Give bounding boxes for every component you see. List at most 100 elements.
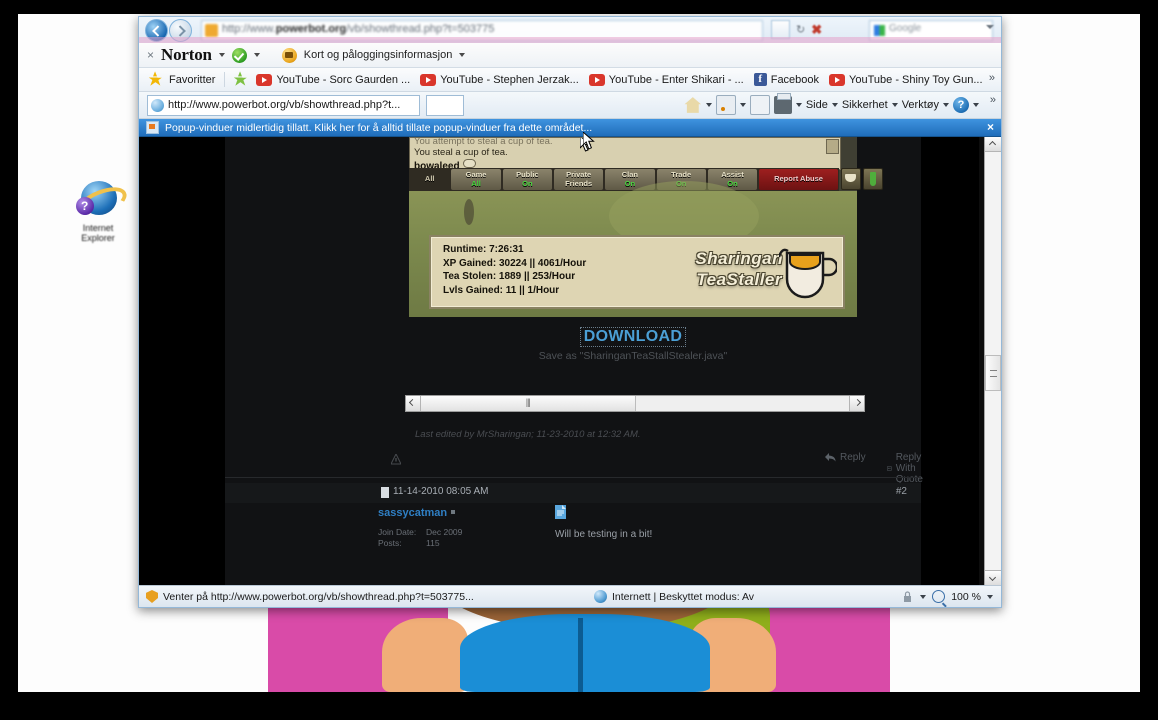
feeds-chevron-down-icon[interactable]	[739, 103, 746, 107]
norton-chevron-down-icon[interactable]	[218, 53, 225, 57]
post-2-number[interactable]: #2	[896, 486, 907, 497]
command-bar-overflow-button[interactable]: »	[990, 94, 996, 106]
privacy-chevron-down-icon[interactable]	[920, 594, 927, 599]
help-icon[interactable]: ?	[953, 97, 969, 113]
post-2-username[interactable]: sassycatman	[378, 507, 456, 519]
page-viewport[interactable]: You attempt to steal a cup of tea. You s…	[139, 137, 1001, 585]
forward-button[interactable]	[169, 19, 192, 42]
favorites-star-icon[interactable]	[148, 73, 164, 86]
add-to-favorites-bar-icon[interactable]	[234, 73, 249, 86]
popup-bar-message[interactable]: Popup-vinduer midlertidig tillatt. Klikk…	[165, 122, 592, 134]
norton-toolbar[interactable]: × Norton Kort og påloggingsinformasjon	[139, 43, 1001, 68]
print-icon[interactable]	[773, 93, 792, 114]
privacy-icon[interactable]	[901, 590, 914, 603]
tools-menu-button[interactable]: Verktøy	[902, 99, 939, 111]
last-edited-note: Last edited by MrSharingan; 11-23-2010 a…	[415, 429, 641, 440]
norton-safe-chevron-down-icon[interactable]	[253, 53, 260, 57]
teacup-inventory-icon[interactable]	[841, 168, 861, 190]
posts-value: 115	[426, 538, 440, 548]
safety-chevron-down-icon[interactable]	[891, 103, 898, 107]
address-input[interactable]: http://www.powerbot.org/vb/showthread.ph…	[147, 94, 420, 116]
close-icon[interactable]: ×	[147, 48, 154, 62]
read-mail-icon[interactable]	[749, 95, 770, 115]
close-icon[interactable]: ×	[987, 121, 994, 133]
report-post-icon[interactable]	[391, 454, 401, 466]
favorite-item-4[interactable]: YouTube - Shiny Toy Gun...	[827, 70, 985, 86]
reply-button[interactable]: Reply	[825, 452, 866, 463]
horizontal-scrollbar-track[interactable]	[635, 396, 849, 411]
refresh-icon[interactable]: ↻	[796, 23, 805, 36]
search-box[interactable]: Google	[869, 20, 993, 41]
feeds-icon[interactable]	[715, 95, 736, 115]
zoom-magnifier-icon[interactable]	[932, 590, 946, 603]
safety-menu-button[interactable]: Sikkerhet	[842, 99, 888, 111]
browser-navigation-bar[interactable]: http://www.powerbot.org/vb/showthread.ph…	[139, 17, 1001, 43]
chat-tab-game[interactable]: Game All	[451, 169, 501, 190]
chat-tab-all[interactable]: All	[410, 169, 449, 190]
scroll-right-button[interactable]	[849, 396, 864, 411]
favorite-item-3[interactable]: f Facebook	[752, 73, 821, 86]
desktop-icon-internet-explorer[interactable]: ? Internet Explorer	[60, 179, 136, 259]
mouse-pointer-icon	[583, 132, 595, 150]
compatibility-view-button[interactable]	[771, 20, 790, 39]
tab-strip-remnant[interactable]	[426, 94, 464, 116]
reply-with-quote-button[interactable]: Reply With Quote	[887, 452, 929, 485]
chat-scroll-down-button[interactable]	[826, 139, 839, 154]
post-icon	[381, 487, 389, 498]
home-chevron-down-icon[interactable]	[705, 103, 712, 107]
post-actions-row[interactable]: Reply Reply With Quote	[225, 452, 923, 485]
game-side-icons[interactable]	[841, 168, 883, 190]
potion-icon[interactable]	[863, 168, 883, 190]
scroll-down-button[interactable]	[985, 570, 1001, 585]
scene-object	[464, 199, 474, 225]
scroll-left-button[interactable]	[406, 396, 421, 411]
letterbox-bottom	[0, 692, 1158, 720]
game-world-view: Runtime: 7:26:31 XP Gained: 30224 || 406…	[409, 181, 857, 317]
download-link[interactable]: DOWNLOAD	[579, 327, 687, 347]
print-chevron-down-icon[interactable]	[795, 103, 802, 107]
address-bar-top[interactable]: http://www.powerbot.org/vb/showthread.ph…	[201, 20, 763, 41]
norton-card-label[interactable]: Kort og påloggingsinformasjon	[304, 49, 453, 61]
favorite-item-2[interactable]: YouTube - Enter Shikari - ...	[587, 70, 746, 86]
favorites-bar[interactable]: Favoritter YouTube - Sorc Gaurden ... Yo…	[139, 68, 1001, 92]
zoom-chevron-down-icon[interactable]	[987, 594, 993, 599]
status-bar-right-group[interactable]: 100 %	[901, 590, 993, 603]
internet-explorer-window[interactable]: http://www.powerbot.org/vb/showthread.ph…	[138, 16, 1002, 608]
game-chat-box: You attempt to steal a cup of tea. You s…	[409, 137, 841, 170]
game-chat-tabs[interactable]: All Game All Public On Private Friends Clan	[409, 168, 839, 191]
norton-card-chevron-down-icon[interactable]	[459, 53, 466, 57]
command-bar[interactable]: Side Sikkerhet Verktøy ?	[684, 93, 979, 115]
horizontal-scrollbar-thumb[interactable]	[421, 396, 636, 411]
back-button[interactable]	[145, 19, 168, 42]
search-provider-chevron-down-icon[interactable]	[986, 25, 994, 29]
scroll-up-button[interactable]	[985, 137, 1001, 152]
popup-blocked-information-bar[interactable]: Popup-vinduer midlertidig tillatt. Klikk…	[139, 119, 1001, 137]
letterbox-right	[1140, 14, 1158, 692]
favorites-overflow-button[interactable]: »	[989, 72, 995, 84]
post-2-message: Will be testing in a bit!	[555, 529, 653, 540]
home-icon[interactable]	[684, 97, 702, 113]
favorites-label[interactable]: Favoritter	[169, 74, 215, 86]
address-row[interactable]: http://www.powerbot.org/vb/showthread.ph…	[139, 92, 1001, 119]
status-loading-text: Venter på http://www.powerbot.org/vb/sho…	[163, 590, 474, 603]
stop-icon[interactable]: ✖	[811, 22, 822, 38]
chat-tab-public[interactable]: Public On	[502, 169, 552, 190]
page-vertical-scrollbar[interactable]	[984, 137, 1001, 585]
chat-tab-report-abuse[interactable]: Report Abuse	[759, 169, 838, 190]
norton-card-icon[interactable]	[281, 47, 297, 63]
address-bar-controls[interactable]: ↻ ✖	[771, 20, 822, 39]
join-date-value: Dec 2009	[426, 527, 463, 537]
favorite-item-1[interactable]: YouTube - Stephen Jerzak...	[418, 70, 581, 86]
favorite-item-0[interactable]: YouTube - Sorc Gaurden ...	[254, 70, 412, 86]
globe-icon	[594, 590, 607, 603]
norton-safe-check-icon[interactable]	[231, 47, 247, 63]
zoom-level-label[interactable]: 100 %	[951, 591, 981, 603]
security-zone-indicator[interactable]: Internett | Beskyttet modus: Av	[594, 590, 754, 603]
chat-tab-private[interactable]: Private Friends	[553, 169, 604, 190]
code-horizontal-scrollbar[interactable]	[405, 395, 865, 412]
page-chevron-down-icon[interactable]	[831, 103, 838, 107]
help-chevron-down-icon[interactable]	[973, 103, 979, 107]
page-menu-button[interactable]: Side	[806, 99, 828, 111]
tools-chevron-down-icon[interactable]	[943, 103, 949, 107]
vertical-scrollbar-thumb[interactable]	[985, 355, 1001, 391]
